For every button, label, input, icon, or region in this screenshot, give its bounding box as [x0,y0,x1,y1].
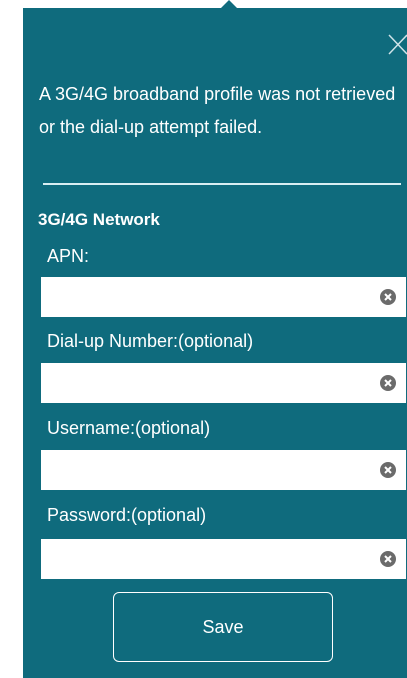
apn-field-wrapper [41,277,406,318]
username-field-wrapper [41,450,406,491]
popover-caret [220,0,238,9]
section-title: 3G/4G Network [38,210,160,229]
apn-label: APN: [47,246,90,266]
dialup-number-input[interactable] [49,364,373,404]
clear-apn-icon[interactable] [380,289,396,305]
apn-input[interactable] [49,278,373,318]
password-label: Password:(optional) [47,505,207,525]
dialup-number-label: Dial-up Number:(optional) [47,331,254,351]
password-input[interactable] [49,540,373,580]
error-message: A 3G/4G broadband profile was not retrie… [39,84,396,137]
dialup-number-field-wrapper [41,363,406,404]
close-icon[interactable] [387,32,407,58]
password-field-wrapper [41,539,406,580]
username-input[interactable] [49,451,373,491]
save-button[interactable]: Save [113,592,333,662]
username-label: Username:(optional) [47,418,211,438]
divider [43,183,401,185]
clear-password-icon[interactable] [380,551,396,567]
clear-username-icon[interactable] [380,462,396,478]
clear-dialup-number-icon[interactable] [380,375,396,391]
network-settings-popover: A 3G/4G broadband profile was not retrie… [23,8,407,678]
